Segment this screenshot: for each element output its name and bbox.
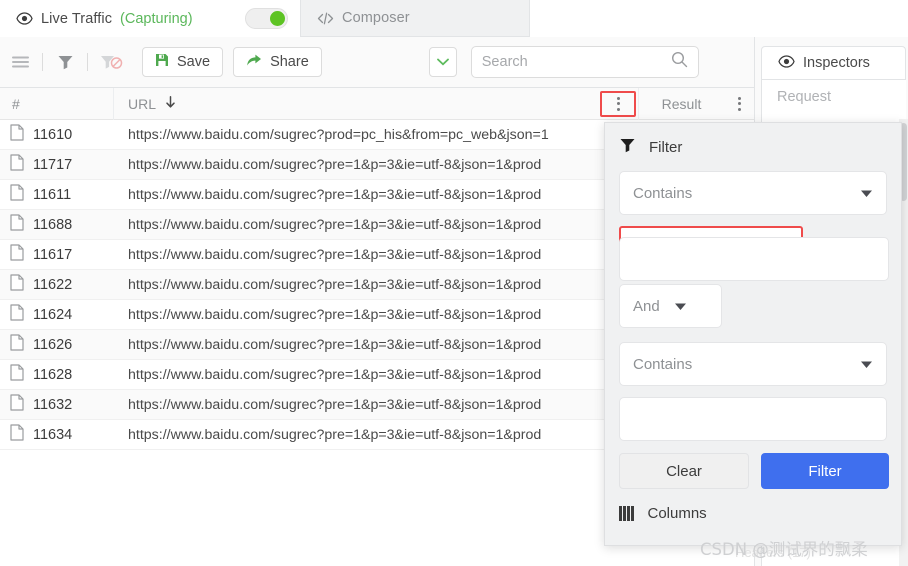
row-id-text: 11611 (33, 186, 72, 203)
filter-value-input-2[interactable] (619, 397, 887, 441)
tab-composer-label: Composer (342, 10, 410, 26)
session-file-icon (10, 304, 24, 325)
chevron-down-icon (860, 185, 873, 202)
row-id-cell: 11610 (0, 124, 114, 145)
row-id-text: 11624 (33, 306, 73, 323)
session-file-icon (10, 334, 24, 355)
filter-conjunction-select[interactable]: And (619, 284, 722, 328)
row-id-text: 11632 (33, 396, 73, 413)
capture-toggle[interactable] (245, 8, 288, 29)
chevron-down-icon (436, 54, 449, 70)
inspector-request-label[interactable]: Request (777, 89, 831, 105)
row-id-text: 11634 (33, 426, 73, 443)
row-id-cell: 11611 (0, 184, 114, 205)
row-id-text: 11717 (33, 156, 73, 173)
tab-bar-filler (530, 0, 908, 37)
session-file-icon (10, 394, 24, 415)
capturing-status: (Capturing) (120, 10, 193, 27)
session-file-icon (10, 214, 24, 235)
tab-composer[interactable]: Composer (300, 0, 530, 37)
filter-panel-header: Filter (605, 123, 901, 157)
row-id-text: 11626 (33, 336, 73, 353)
url-column-menu-button[interactable] (600, 90, 636, 117)
filter-button[interactable]: Filter (761, 453, 889, 489)
filter-operator-2-value: Contains (633, 355, 693, 373)
row-id-cell: 11626 (0, 334, 114, 355)
hamburger-icon[interactable] (0, 37, 42, 88)
session-file-icon (10, 274, 24, 295)
share-icon (246, 53, 262, 71)
share-label: Share (270, 54, 309, 70)
row-id-text: 11617 (33, 246, 73, 263)
session-file-icon (10, 154, 24, 175)
share-button[interactable]: Share (233, 47, 322, 77)
clear-button[interactable]: Clear (619, 453, 749, 489)
columns-icon (619, 506, 634, 521)
chevron-down-icon (674, 298, 687, 315)
row-id-cell: 11688 (0, 214, 114, 235)
session-file-icon (10, 364, 24, 385)
row-id-cell: 11632 (0, 394, 114, 415)
row-id-text: 11610 (33, 126, 73, 143)
fiddler-everywhere-window: Live Traffic (Capturing) Composer Save S… (0, 0, 908, 566)
chevron-down-icon (860, 356, 873, 373)
tab-inspectors-label: Inspectors (803, 55, 870, 71)
search-box[interactable] (470, 46, 699, 78)
eye-icon (16, 12, 33, 25)
session-file-icon (10, 124, 24, 145)
filter-operator-select-1[interactable]: Contains (619, 171, 887, 215)
toolbar-overflow-button[interactable] (428, 47, 457, 77)
tab-live-traffic[interactable]: Live Traffic (Capturing) (0, 0, 300, 37)
column-header-url[interactable]: URL (114, 96, 600, 112)
filter-operator-select-2[interactable]: Contains (619, 342, 887, 386)
row-id-cell: 11624 (0, 304, 114, 325)
top-tab-bar: Live Traffic (Capturing) Composer (0, 0, 908, 37)
session-file-icon (10, 244, 24, 265)
row-id-cell: 11622 (0, 274, 114, 295)
session-file-icon (10, 184, 24, 205)
csdn-watermark: CSDN @测试界的飘柔 (700, 540, 868, 559)
filter-conjunction-value: And (633, 297, 660, 315)
save-icon (155, 53, 169, 71)
row-id-cell: 11628 (0, 364, 114, 385)
funnel-icon[interactable] (43, 37, 87, 88)
columns-label: Columns (647, 505, 707, 522)
table-column-header: # URL Result (0, 87, 754, 120)
tab-live-traffic-label: Live Traffic (41, 10, 113, 27)
row-id-cell: 11634 (0, 424, 114, 445)
filter-value-1-background (619, 237, 889, 281)
code-icon (317, 12, 334, 25)
row-id-cell: 11617 (0, 244, 114, 265)
main-toolbar: Save Share (0, 37, 754, 88)
row-id-cell: 11717 (0, 154, 114, 175)
eye-icon (778, 54, 795, 72)
row-id-text: 11688 (33, 216, 73, 233)
filter-dropdown-panel: Filter Contains www.mtxshop.com And Cont… (604, 122, 902, 546)
tab-inspectors[interactable]: Inspectors (761, 46, 906, 79)
filter-panel-actions: Clear Filter (619, 453, 889, 489)
funnel-icon (619, 137, 636, 157)
column-header-result[interactable]: Result (638, 87, 724, 120)
columns-menu-item[interactable]: Columns (619, 505, 707, 522)
toggle-knob (270, 11, 285, 26)
save-label: Save (177, 54, 211, 70)
column-header-url-label: URL (128, 95, 157, 112)
save-button[interactable]: Save (142, 47, 224, 77)
row-id-text: 11628 (33, 366, 73, 383)
session-file-icon (10, 424, 24, 445)
search-input[interactable] (481, 54, 671, 70)
search-icon (671, 51, 688, 73)
result-column-menu-button[interactable] (724, 96, 754, 111)
more-vertical-icon (616, 96, 620, 111)
filter-value-1-wrap: www.mtxshop.com (605, 226, 901, 281)
filter-value-2-field[interactable] (633, 410, 873, 428)
filter-panel-title: Filter (649, 138, 683, 156)
more-vertical-icon (737, 96, 741, 111)
filter-operator-1-value: Contains (633, 184, 693, 202)
arrow-down-icon (165, 95, 176, 112)
funnel-off-icon[interactable] (88, 37, 136, 88)
row-id-text: 11622 (33, 276, 73, 293)
column-header-num[interactable]: # (0, 87, 114, 120)
